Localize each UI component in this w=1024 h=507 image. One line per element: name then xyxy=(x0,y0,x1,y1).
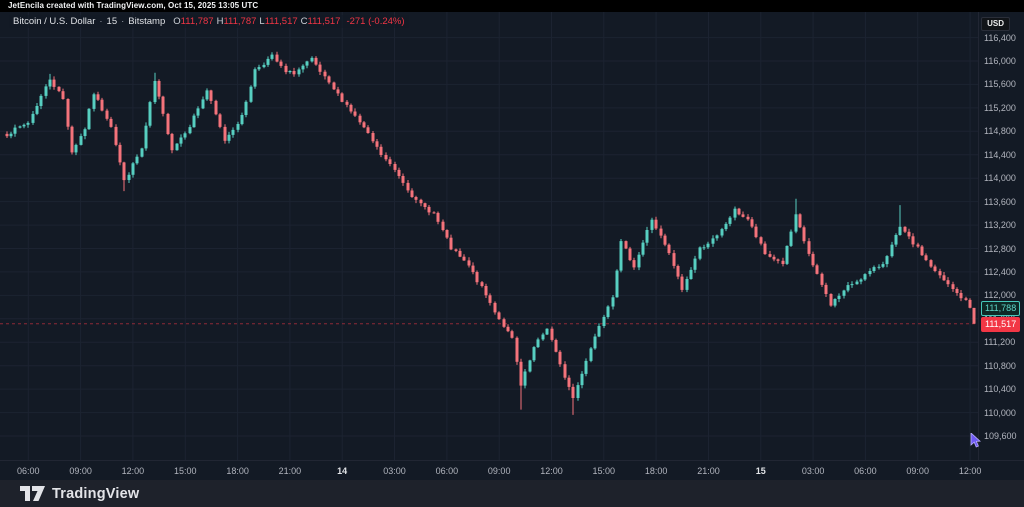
change-value: -271 (-0.24%) xyxy=(346,16,404,27)
price-axis-label: 111,200 xyxy=(984,337,1024,347)
attribution-bar: JetEncila created with TradingView.com, … xyxy=(0,0,1024,12)
legend-separator: · xyxy=(99,16,102,27)
time-axis-label: 21:00 xyxy=(691,466,727,476)
price-axis[interactable]: 116,400 116,000 115,600 115,200 114,800 114,4… xyxy=(978,12,1024,460)
price-axis-label: 112,400 xyxy=(984,267,1024,277)
last-price-label: 111,517 xyxy=(981,317,1020,332)
time-axis-label: 12:00 xyxy=(534,466,570,476)
legend-separator: · xyxy=(121,16,124,27)
tradingview-snapshot: JetEncila created with TradingView.com, … xyxy=(0,0,1024,507)
price-axis-label: 114,800 xyxy=(984,126,1024,136)
chart-canvas[interactable] xyxy=(0,12,978,460)
currency-button[interactable]: USD xyxy=(981,17,1010,31)
time-axis-label: 18:00 xyxy=(220,466,256,476)
time-axis-label: 09:00 xyxy=(900,466,936,476)
time-axis-day-label: 14 xyxy=(324,466,360,476)
legend-interval: 15 xyxy=(107,16,118,27)
mouse-cursor-icon xyxy=(969,433,983,449)
time-axis-label: 09:00 xyxy=(481,466,517,476)
time-axis-day-label: 15 xyxy=(743,466,779,476)
time-axis-label: 06:00 xyxy=(10,466,46,476)
time-axis-label: 03:00 xyxy=(795,466,831,476)
time-axis-label: 12:00 xyxy=(115,466,151,476)
time-axis-label: 06:00 xyxy=(429,466,465,476)
price-axis-label: 112,000 xyxy=(984,290,1024,300)
price-axis-label: 110,400 xyxy=(984,384,1024,394)
close-label: C xyxy=(301,16,308,27)
time-axis-label: 03:00 xyxy=(377,466,413,476)
open-value: 111,787 xyxy=(181,16,214,27)
price-axis-label: 109,600 xyxy=(984,431,1024,441)
tradingview-logo[interactable]: TradingView xyxy=(20,486,139,502)
price-axis-label: 115,200 xyxy=(984,103,1024,113)
price-axis-label: 114,400 xyxy=(984,150,1024,160)
price-axis-label: 110,000 xyxy=(984,408,1024,418)
attribution-text: JetEncila created with TradingView.com, … xyxy=(8,1,258,10)
time-axis-label: 15:00 xyxy=(586,466,622,476)
close-value: 111,517 xyxy=(308,16,341,27)
time-axis[interactable]: 06:00 09:00 12:00 15:00 18:00 21:00 14 03:00 06:… xyxy=(0,460,1024,480)
time-axis-label: 06:00 xyxy=(847,466,883,476)
price-axis-label: 113,600 xyxy=(984,197,1024,207)
price-axis-label: 116,000 xyxy=(984,56,1024,66)
price-axis-label: 115,600 xyxy=(984,79,1024,89)
legend-symbol-title: Bitcoin / U.S. Dollar xyxy=(13,16,95,27)
price-axis-label: 112,800 xyxy=(984,244,1024,254)
high-value: 111,787 xyxy=(223,16,256,27)
price-axis-label: 114,000 xyxy=(984,173,1024,183)
open-label: O xyxy=(173,16,180,27)
legend-exchange: Bitstamp xyxy=(128,16,165,27)
time-axis-label: 21:00 xyxy=(272,466,308,476)
price-axis-label: 113,200 xyxy=(984,220,1024,230)
tradingview-logo-icon xyxy=(20,486,45,501)
price-axis-label: 116,400 xyxy=(984,33,1024,43)
time-axis-label: 18:00 xyxy=(638,466,674,476)
tradingview-wordmark: TradingView xyxy=(52,486,139,502)
prev-close-price-label: 111,788 xyxy=(981,301,1020,316)
low-value: 111,517 xyxy=(265,16,298,27)
footer: TradingView xyxy=(0,480,1024,507)
time-axis-label: 12:00 xyxy=(952,466,988,476)
legend-ohlc: O111,787 H111,787 L111,517 C111,517 -271… xyxy=(173,16,404,27)
symbol-legend[interactable]: Bitcoin / U.S. Dollar · 15 · Bitstamp O1… xyxy=(9,15,409,28)
time-axis-label: 09:00 xyxy=(63,466,99,476)
time-axis-label: 15:00 xyxy=(167,466,203,476)
price-axis-label: 110,800 xyxy=(984,361,1024,371)
